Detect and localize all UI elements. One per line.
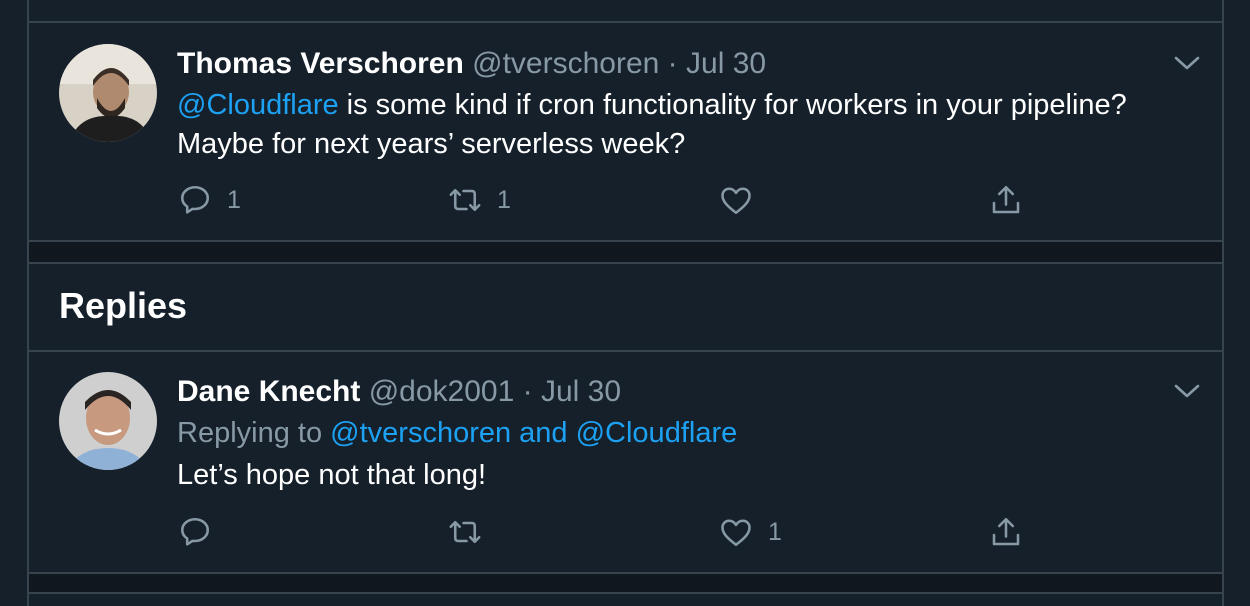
retweet-count: 1 (497, 185, 511, 214)
section-gap (29, 242, 1222, 262)
share-button[interactable] (988, 180, 1024, 220)
share-button[interactable] (988, 512, 1024, 552)
like-button[interactable] (718, 180, 768, 220)
retweet-button[interactable]: 1 (447, 180, 511, 220)
replying-to-line: Replying to @tverschoren and @Cloudflare (177, 414, 737, 453)
reply-tweet[interactable]: Dane Knecht @dok2001 · Jul 30 Replying t… (29, 372, 1222, 572)
tweet-date[interactable]: Jul 30 (686, 47, 766, 80)
person-photo-avatar-icon (59, 44, 157, 142)
reply-text: Let’s hope not that long! (177, 459, 487, 491)
reply-header: Dane Knecht @dok2001 · Jul 30 (177, 372, 621, 412)
author-name[interactable]: Thomas Verschoren (177, 47, 464, 80)
author-name[interactable]: Dane Knecht (177, 375, 360, 408)
share-icon (992, 185, 1020, 214)
divider (29, 262, 1222, 264)
reply-count: 1 (227, 185, 241, 214)
replying-to-link[interactable]: @tverschoren and @Cloudflare (330, 417, 737, 449)
reply-button[interactable]: 1 (177, 180, 241, 220)
dot-separator: · (667, 47, 678, 80)
retweet-icon (449, 520, 481, 544)
tweet-header: Thomas Verschoren @tverschoren · Jul 30 (177, 44, 766, 84)
tweet-text-line-1: @Cloudflare is some kind if cron functio… (177, 86, 1127, 125)
dot-separator: · (522, 375, 533, 408)
replies-heading: Replies (59, 285, 188, 326)
tweet-date[interactable]: Jul 30 (541, 375, 621, 408)
author-handle[interactable]: @tverschoren (472, 47, 659, 80)
divider (29, 350, 1222, 352)
retweet-icon (449, 188, 481, 212)
timeline-column: Thomas Verschoren @tverschoren · Jul 30 … (27, 0, 1224, 606)
avatar[interactable] (59, 44, 157, 142)
reply-icon (180, 517, 210, 546)
reply-button[interactable] (177, 512, 227, 552)
tweet-text-rest: is some kind if cron functionality for w… (338, 89, 1127, 121)
chevron-down-icon[interactable] (1172, 48, 1202, 78)
like-count: 1 (768, 517, 782, 546)
chevron-down-icon[interactable] (1172, 376, 1202, 406)
person-photo-avatar-icon (59, 372, 157, 470)
tweet[interactable]: Thomas Verschoren @tverschoren · Jul 30 … (29, 44, 1222, 240)
mention-link[interactable]: @Cloudflare (177, 89, 339, 121)
like-button[interactable]: 1 (718, 512, 782, 552)
retweet-button[interactable] (447, 512, 497, 552)
section-gap (29, 574, 1222, 592)
tweet-text-line-2: Maybe for next years’ serverless week? (177, 128, 686, 160)
divider (29, 21, 1222, 23)
replying-to-prefix: Replying to (177, 417, 331, 449)
reply-icon (180, 185, 210, 214)
avatar[interactable] (59, 372, 157, 470)
divider (29, 592, 1222, 594)
heart-icon (721, 519, 751, 547)
author-handle[interactable]: @dok2001 (369, 375, 515, 408)
heart-icon (721, 187, 751, 215)
share-icon (992, 517, 1020, 546)
